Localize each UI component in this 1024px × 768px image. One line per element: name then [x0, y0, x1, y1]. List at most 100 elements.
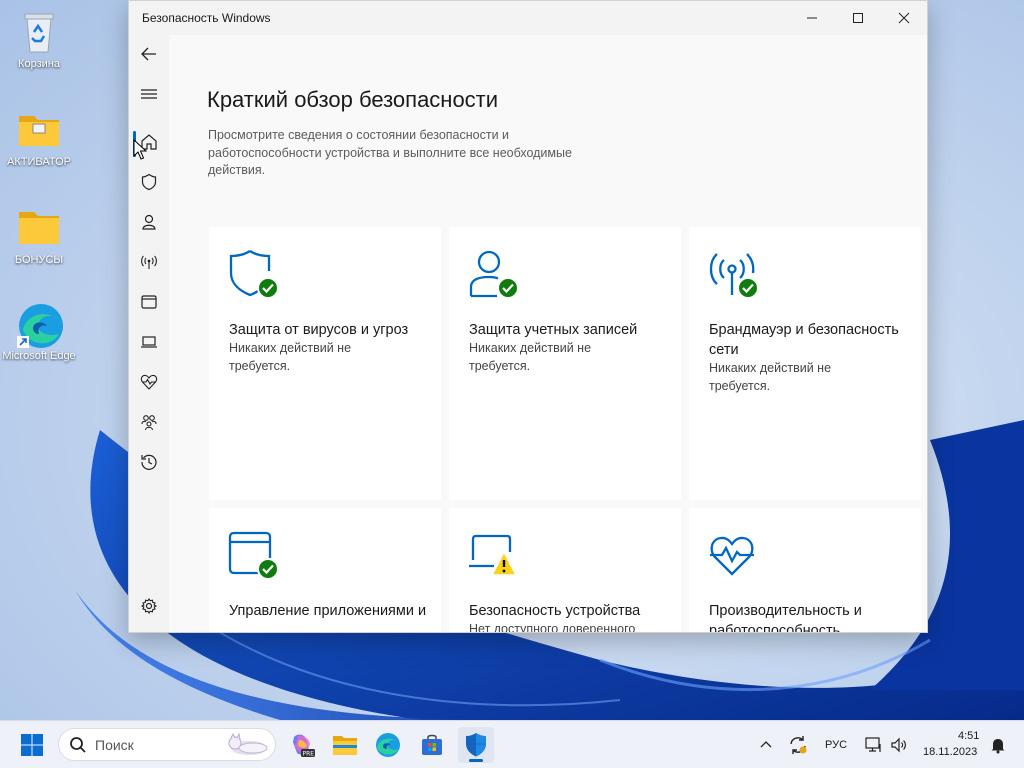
taskbar-file-explorer[interactable]	[327, 727, 363, 763]
back-icon	[141, 47, 156, 61]
search-icon	[70, 736, 86, 753]
nav-settings[interactable]	[129, 590, 169, 622]
edge-icon	[15, 300, 63, 348]
card-status: Никаких действий не требуется.	[709, 361, 832, 393]
taskbar-search[interactable]: Поиск	[58, 728, 276, 761]
network-icon	[141, 255, 157, 269]
person-icon	[142, 214, 156, 230]
window-title: Безопасность Windows	[142, 11, 271, 25]
app-browser-icon	[141, 295, 157, 309]
input-language-indicator[interactable]: РУС	[825, 739, 847, 751]
nav-protection-history[interactable]	[129, 446, 169, 478]
minimize-icon	[807, 17, 817, 19]
device-icon	[141, 336, 157, 348]
person-check-icon	[469, 250, 519, 299]
tray-volume-button[interactable]	[886, 727, 912, 763]
desktop-icon-label: Корзина	[18, 58, 60, 70]
maximize-button[interactable]	[835, 1, 881, 35]
history-icon	[141, 454, 157, 470]
nav-app-browser-control[interactable]	[129, 286, 169, 318]
edge-icon	[376, 733, 400, 757]
navigation-rail	[129, 35, 169, 632]
minimize-button[interactable]	[789, 1, 835, 35]
file-explorer-icon	[333, 736, 357, 755]
desktop-icon-recycle-bin[interactable]: Корзина	[1, 8, 77, 71]
menu-icon	[141, 89, 157, 99]
network-check-icon	[709, 253, 759, 299]
heart-pulse-icon	[710, 536, 754, 576]
nav-firewall[interactable]	[129, 246, 169, 278]
svg-text:PRE: PRE	[303, 751, 315, 758]
card-title: Брандмауэр и безопасность сети	[709, 322, 899, 358]
folder-icon	[15, 204, 63, 250]
family-icon	[141, 415, 157, 431]
taskbar-edge[interactable]	[370, 727, 406, 763]
taskbar-store[interactable]	[414, 727, 450, 763]
clock-time[interactable]: 4:51	[958, 730, 979, 742]
desktop-icon-label: БОНУСЫ	[14, 254, 64, 266]
desktop-icon-bonuses[interactable]: БОНУСЫ	[1, 204, 77, 267]
search-placeholder: Поиск	[95, 736, 134, 753]
card-title: Защита учетных записей	[469, 322, 638, 338]
taskbar-copilot[interactable]: PRE	[284, 727, 320, 763]
close-button[interactable]	[881, 1, 927, 35]
windows-security-shield-icon	[466, 733, 486, 757]
sync-icon	[790, 736, 807, 754]
nav-device-performance[interactable]	[129, 366, 169, 398]
windows-security-window: Безопасность Windows Краткий обзор безоп…	[128, 0, 928, 633]
mouse-cursor-icon	[133, 139, 147, 160]
desktop-icon-edge[interactable]: Microsoft Edge	[1, 300, 77, 363]
shield-check-icon	[229, 250, 279, 299]
menu-button[interactable]	[129, 78, 169, 110]
shield-icon	[141, 173, 157, 191]
desktop-icon-label: АКТИВАТОР	[7, 156, 71, 168]
nav-account-protection[interactable]	[129, 206, 169, 238]
card-device-security[interactable]: Безопасность устройства Нет доступного д…	[449, 508, 681, 633]
clock-date[interactable]: 18.11.2023	[923, 746, 977, 758]
tray-update-button[interactable]	[782, 727, 814, 763]
notification-bell-icon	[991, 739, 1005, 754]
taskbar: Поиск PRE РУС 4:51 18.11.2023	[0, 720, 1024, 768]
tray-network-button[interactable]	[862, 727, 886, 763]
desktop-icon-activator[interactable]: АКТИВАТОР	[1, 106, 77, 169]
chevron-up-icon	[760, 741, 772, 748]
card-firewall[interactable]: Брандмауэр и безопасность сети Никаких д…	[689, 227, 921, 500]
start-button[interactable]	[14, 727, 50, 763]
device-warning-icon	[469, 534, 518, 576]
card-status: Никаких действий не требуется.	[469, 341, 592, 373]
store-icon	[422, 734, 442, 755]
card-virus-protection[interactable]: Защита от вирусов и угроз Никаких действ…	[209, 227, 441, 500]
card-app-browser-control[interactable]: Управление приложениями и	[209, 508, 441, 632]
search-highlight-icon	[228, 732, 268, 755]
page-title: Краткий обзор безопасности	[207, 87, 499, 112]
tray-overflow-button[interactable]	[750, 727, 782, 763]
taskbar-windows-security[interactable]	[458, 727, 494, 763]
card-title: Производительность и работоспособность	[709, 603, 862, 633]
page-description: Просмотрите сведения о состоянии безопас…	[208, 128, 572, 177]
close-icon	[898, 12, 910, 24]
card-account-protection[interactable]: Защита учетных записей Никаких действий …	[449, 227, 681, 500]
copilot-icon: PRE	[293, 734, 315, 758]
volume-icon	[891, 737, 906, 753]
title-bar[interactable]: Безопасность Windows	[129, 1, 927, 35]
card-device-performance[interactable]: Производительность и работоспособность	[689, 508, 921, 633]
settings-icon	[140, 598, 158, 614]
back-button[interactable]	[129, 38, 169, 70]
network-monitor-icon	[865, 737, 881, 752]
recycle-bin-icon	[15, 8, 63, 54]
maximize-icon	[853, 13, 863, 23]
notifications-button[interactable]	[986, 727, 1010, 763]
card-title: Управление приложениями и	[229, 603, 427, 619]
main-content: Краткий обзор безопасности Просмотрите с…	[169, 35, 927, 632]
card-title: Защита от вирусов и угроз	[229, 322, 409, 338]
nav-virus-protection[interactable]	[129, 166, 169, 198]
folder-icon	[15, 106, 63, 152]
card-status: Нет доступного доверенного	[469, 622, 636, 633]
nav-device-security[interactable]	[129, 326, 169, 358]
desktop-icon-label: Microsoft Edge	[2, 350, 76, 362]
card-title: Безопасность устройства	[469, 603, 641, 619]
active-app-indicator	[469, 759, 483, 762]
card-status: Никаких действий не требуется.	[229, 341, 352, 373]
nav-family-options[interactable]	[129, 406, 169, 438]
windows-logo-icon	[21, 734, 43, 756]
